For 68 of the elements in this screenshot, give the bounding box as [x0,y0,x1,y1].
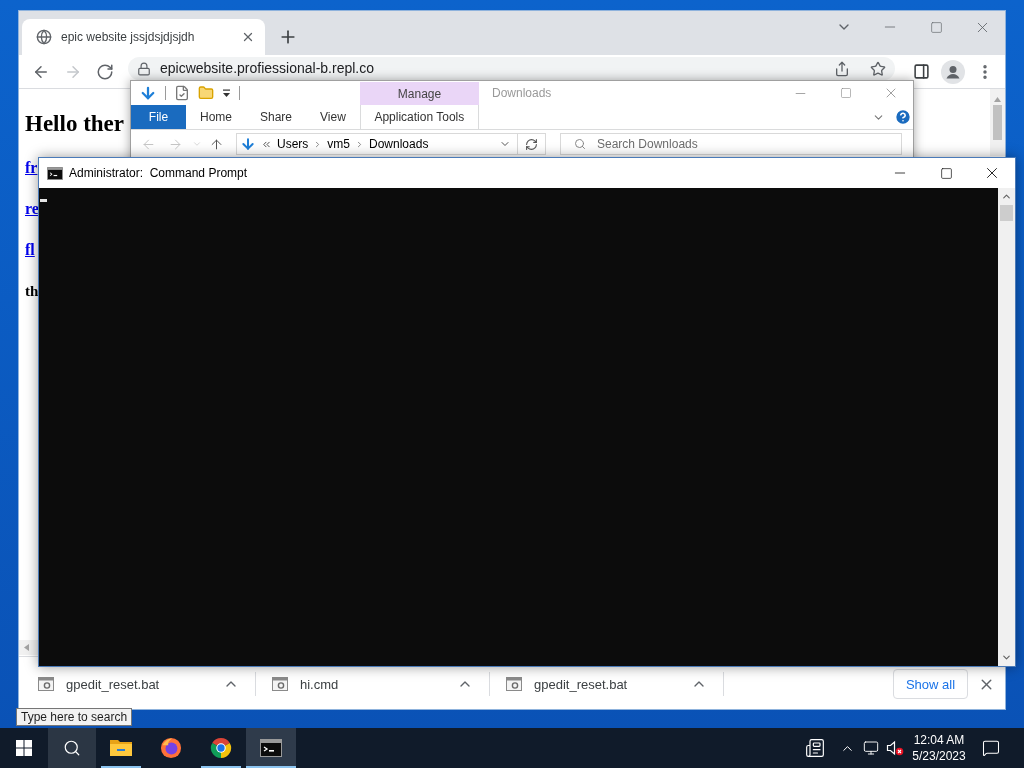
network-icon[interactable] [863,740,879,756]
browser-logo-icon [210,737,232,759]
text-cursor [40,199,47,202]
notifications-icon[interactable] [982,739,1000,757]
browser-tab[interactable]: epic website jssjdsjdjsjdh [22,19,265,55]
folder-icon [109,738,133,758]
side-panel-icon[interactable] [912,63,930,80]
ribbon-tab[interactable]: Home [186,105,246,129]
window-title: Downloads [492,86,552,100]
breadcrumb-item[interactable]: Downloads [369,137,429,151]
globe-icon [36,29,52,45]
search-icon [63,739,81,757]
news-icon[interactable] [805,738,825,758]
volume-icon[interactable] [886,740,904,756]
close-icon[interactable] [241,30,255,44]
vertical-scrollbar[interactable] [990,89,1005,156]
lock-icon [137,61,151,76]
address-box[interactable]: Users vm5 Downloads [236,133,518,155]
console-icon [47,166,63,180]
search-field[interactable]: Search Downloads [560,133,902,155]
ribbon-tab[interactable]: Share [246,105,307,129]
page-text: th [25,282,39,301]
refresh-icon [525,137,538,151]
star-icon[interactable] [870,60,886,77]
file-icon [272,677,288,691]
address-bar[interactable]: epicwebsite.profiessional-b.repl.co [128,57,895,80]
file-icon [506,677,522,691]
help-icon[interactable] [894,108,912,126]
download-arrow-icon [240,136,256,152]
breadcrumb-item[interactable]: Users [277,137,309,151]
share-icon[interactable] [834,60,850,77]
ribbon-tab[interactable]: Application Tools [359,105,479,129]
windows-logo-icon[interactable] [16,740,32,756]
chevron-right-icon[interactable] [355,139,364,149]
search-button[interactable] [48,728,96,768]
file-icon [38,677,54,691]
browser-logo-icon [160,737,182,759]
download-item[interactable]: gpedit_reset.bat [22,669,255,699]
breadcrumb-item[interactable]: vm5 [327,137,350,151]
show-all-button[interactable]: Show all [893,669,968,699]
refresh-button[interactable] [518,133,546,155]
ribbon-tab[interactable]: File [131,105,186,129]
clock-time[interactable]: 12:04 AM [913,732,965,748]
customize-dropdown-icon[interactable] [222,88,231,98]
search-icon [574,138,586,150]
taskbar-app-button[interactable] [246,728,296,768]
page-heading: Hello ther [25,110,124,137]
search-tooltip: Type here to search [16,708,133,726]
ribbon-tab[interactable]: View [306,105,360,129]
profile-avatar-icon[interactable] [941,59,965,84]
up-icon[interactable] [208,136,224,152]
download-arrow-icon [139,84,157,102]
page-link[interactable]: fr [25,158,38,178]
console-icon [260,739,282,757]
page-link[interactable]: fl [25,240,35,260]
page-link[interactable]: re [25,199,39,219]
reload-icon[interactable] [96,62,114,81]
maximize-icon[interactable] [939,166,953,180]
context-tab-header: Manage [360,82,479,105]
clock-date[interactable]: 5/23/2023 [912,748,966,764]
scrollbar-thumb[interactable] [1000,205,1013,221]
download-item[interactable]: gpedit_reset.bat [490,669,723,699]
download-item[interactable]: hi.cmd [256,669,489,699]
window-title: Administrator: Command Prompt [69,166,248,180]
scrollbar-thumb[interactable] [993,105,1002,140]
horizontal-scrollbar[interactable] [19,640,38,655]
document-check-icon[interactable] [174,85,190,101]
vertical-scrollbar[interactable] [998,188,1015,666]
